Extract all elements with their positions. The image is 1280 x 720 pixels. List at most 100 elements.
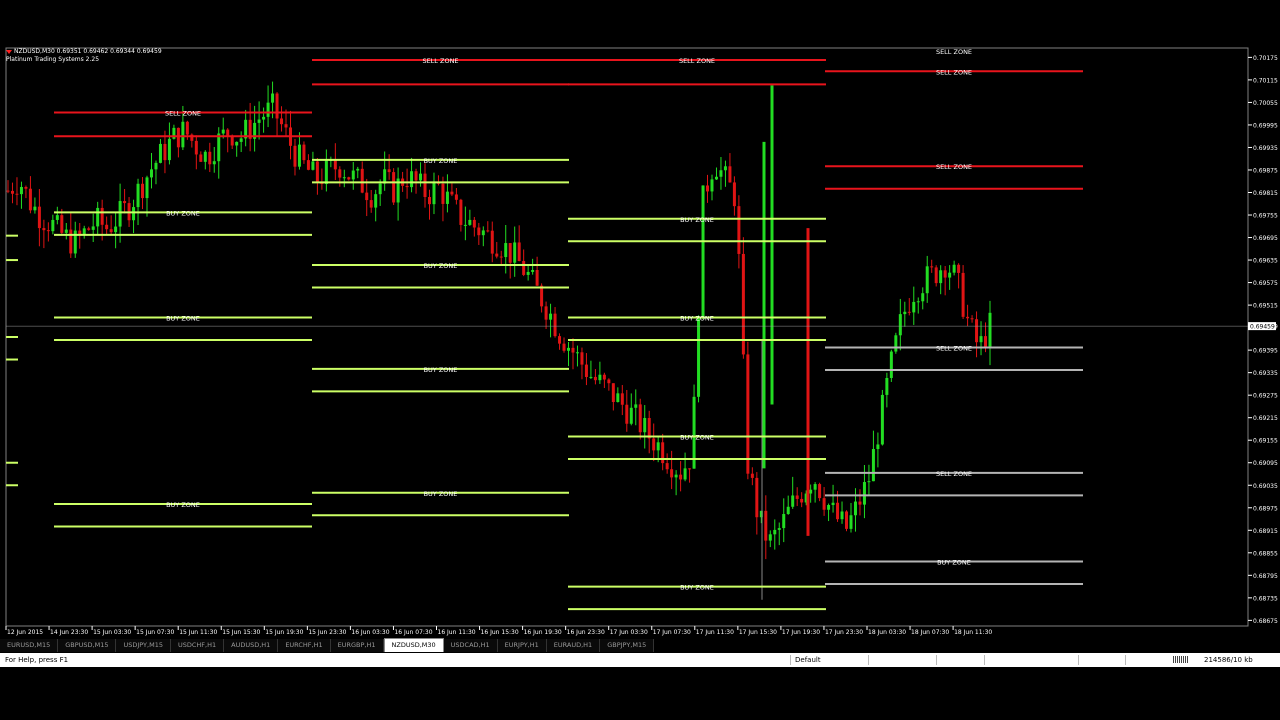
candle-body xyxy=(737,206,741,254)
candle-body xyxy=(217,133,221,162)
candle-body xyxy=(28,188,32,211)
chart-tab-eurgbp-h1[interactable]: EURGBP,H1 xyxy=(330,639,384,652)
candle-body xyxy=(567,347,571,351)
candle-body xyxy=(755,477,759,518)
chart-tab-gbpusd-m15[interactable]: GBPUSD,M15 xyxy=(58,639,117,652)
candle-body xyxy=(571,347,575,353)
chart-header: NZDUSD,M30 0.69351 0.69462 0.69344 0.694… xyxy=(6,48,162,64)
zone-label: BUY ZONE xyxy=(424,490,458,498)
chart-tab-usdcad-h1[interactable]: USDCAD,H1 xyxy=(443,639,498,652)
x-tick-label: 15 Jun 15:30 xyxy=(222,629,260,636)
candle-body xyxy=(221,129,225,134)
candle-body xyxy=(37,206,41,229)
candle-body xyxy=(522,261,526,275)
candle-body xyxy=(87,228,91,230)
y-tick-label: 0.68915 xyxy=(1253,528,1278,535)
candle-body xyxy=(629,407,633,424)
chart-tab-euraud-h1[interactable]: EURAUD,H1 xyxy=(546,639,601,652)
chart-tab-eurusd-m15[interactable]: EURUSD,M15 xyxy=(0,639,59,652)
candle-body xyxy=(764,510,768,541)
y-tick-label: 0.68795 xyxy=(1253,573,1278,580)
candle-body xyxy=(311,161,315,170)
candle-body xyxy=(903,311,907,315)
candle-body xyxy=(154,162,158,170)
zone-label: SELL ZONE xyxy=(936,163,972,171)
candle-body xyxy=(746,354,750,474)
status-divider xyxy=(790,655,791,665)
price-chart[interactable]: 0.70175 0.70115 0.70055 0.69995 0.69935 0.698… xyxy=(0,0,1280,640)
candle-body xyxy=(526,271,530,275)
candle-body xyxy=(302,144,306,161)
zone-label: BUY ZONE xyxy=(680,216,714,224)
candle-body xyxy=(661,442,665,464)
candle-body xyxy=(665,463,669,470)
candle-body xyxy=(948,272,952,278)
candle-body xyxy=(490,230,494,254)
candle-body xyxy=(553,313,557,337)
zone-label: SELL ZONE xyxy=(422,57,458,65)
chart-tab-eurjpy-h1[interactable]: EURJPY,H1 xyxy=(497,639,547,652)
candle-body xyxy=(907,311,911,313)
candle-body xyxy=(889,351,893,378)
y-tick-label: 0.69995 xyxy=(1253,122,1278,129)
candle-body xyxy=(710,179,714,192)
candle-body xyxy=(540,285,544,307)
chart-tab-usdchf-h1[interactable]: USDCHF,H1 xyxy=(170,639,225,652)
candle-body xyxy=(853,501,857,516)
zone-label: BUY ZONE xyxy=(680,433,714,441)
candle-body xyxy=(768,534,772,541)
y-tick-label: 0.70175 xyxy=(1253,55,1278,62)
x-tick-label: 14 Jun 23:30 xyxy=(50,629,88,636)
candle-body xyxy=(271,93,275,103)
candle-body xyxy=(212,161,216,165)
chart-tab-audusd-h1[interactable]: AUDUSD,H1 xyxy=(224,639,279,652)
candle-body xyxy=(109,229,113,233)
candle-body xyxy=(208,151,212,165)
candle-body xyxy=(885,377,889,395)
x-tick-label: 16 Jun 15:30 xyxy=(481,629,519,636)
profile-name[interactable]: Default xyxy=(795,656,821,664)
candle-body xyxy=(459,199,463,225)
candle-body xyxy=(347,177,351,180)
candle-body xyxy=(145,177,149,199)
chart-tab-bar: EURUSD,M15 GBPUSD,M15 USDJPY,M15 USDCHF,H1 A… xyxy=(0,638,1280,652)
candle-body xyxy=(979,336,983,343)
candle-body xyxy=(961,272,965,317)
candle-body xyxy=(226,129,230,136)
candle-body xyxy=(827,505,831,510)
y-tick-label: 0.70055 xyxy=(1253,100,1278,107)
candle-body xyxy=(656,442,660,451)
candle-body xyxy=(849,515,853,529)
status-divider xyxy=(1078,655,1079,665)
candle-body xyxy=(930,266,934,268)
chart-tab-eurchf-h1[interactable]: EURCHF,H1 xyxy=(278,639,331,652)
x-tick-label: 12 Jun 2015 xyxy=(7,629,43,636)
y-tick-label: 0.68975 xyxy=(1253,505,1278,512)
candle-body xyxy=(181,121,185,148)
candle-body xyxy=(880,394,884,445)
candle-body xyxy=(773,529,777,535)
candle-body xyxy=(78,230,82,235)
y-tick-label: 0.69875 xyxy=(1253,167,1278,174)
symbol-quote: NZDUSD,M30 0.69351 0.69462 0.69344 0.694… xyxy=(14,48,162,55)
candle-body xyxy=(392,172,396,203)
candle-body xyxy=(786,506,790,515)
candle-body xyxy=(69,229,73,254)
candle-body xyxy=(643,418,647,433)
candle-body xyxy=(33,206,37,211)
zone-label: BUY ZONE xyxy=(166,501,200,509)
candle-body xyxy=(427,196,431,205)
candle-body xyxy=(934,267,938,284)
status-divider xyxy=(984,655,985,665)
candle-body xyxy=(414,171,418,181)
candle-body xyxy=(517,242,521,262)
zone-label: BUY ZONE xyxy=(680,314,714,322)
chart-tab-gbpjpy-m15[interactable]: GBPJPY,M15 xyxy=(600,639,655,652)
y-tick-label: 0.69575 xyxy=(1253,280,1278,287)
chart-tab-usdjpy-m15[interactable]: USDJPY,M15 xyxy=(116,639,171,652)
chart-tab-nzdusd-m30[interactable]: NZDUSD,M30 xyxy=(383,638,444,652)
candle-body xyxy=(697,318,701,397)
candle-body xyxy=(683,468,687,480)
candle-body xyxy=(580,352,584,365)
candle-body xyxy=(952,264,956,273)
